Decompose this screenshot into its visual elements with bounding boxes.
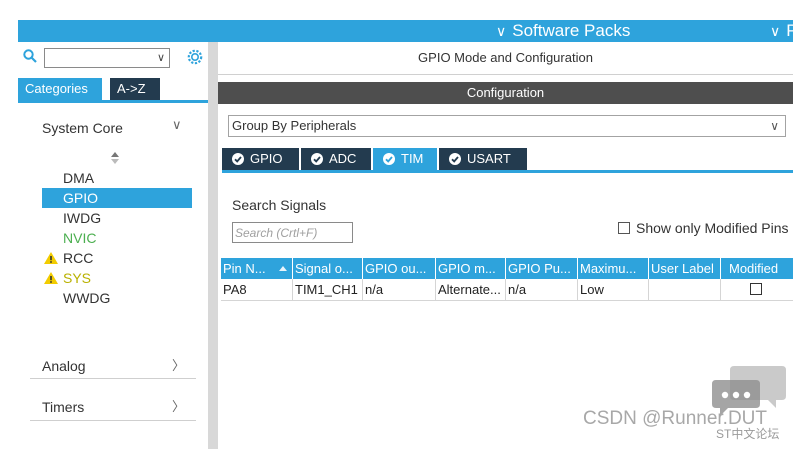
category-search-combo[interactable]: ∨ <box>44 48 170 68</box>
col-gpio-output[interactable]: GPIO ou... <box>363 258 436 279</box>
right-panel: GPIO Mode and Configuration Configuratio… <box>218 42 793 449</box>
check-circle-icon <box>449 153 461 165</box>
pinout-menu[interactable]: ∨ Pi <box>770 20 793 42</box>
analog-header[interactable]: Analog <box>42 358 86 374</box>
peripheral-rcc[interactable]: RCC <box>42 248 192 268</box>
group-by-value: Group By Peripherals <box>232 118 357 133</box>
peripheral-iwdg[interactable]: IWDG <box>42 208 192 228</box>
table-row[interactable]: PA8 TIM1_CH1 n/a Alternate... n/a Low <box>221 279 793 301</box>
sort-icon[interactable] <box>111 152 119 164</box>
divider <box>30 420 196 421</box>
tab-label: TIM <box>401 151 424 166</box>
peripheral-gpio[interactable]: GPIO <box>42 188 192 208</box>
peripheral-label: IWDG <box>63 210 102 226</box>
peripheral-dma[interactable]: DMA <box>42 168 192 188</box>
col-gpio-mode[interactable]: GPIO m... <box>436 258 506 279</box>
col-modified[interactable]: Modified <box>721 258 793 279</box>
mode-config-header: GPIO Mode and Configuration <box>218 42 793 75</box>
cell-max-speed: Low <box>578 279 649 300</box>
peripheral-sys[interactable]: SYS <box>42 268 192 288</box>
gear-icon[interactable] <box>186 48 204 66</box>
tab-label: USART <box>467 151 511 166</box>
chevron-right-icon[interactable]: 〉 <box>172 396 185 415</box>
show-modified-label[interactable]: Show only Modified Pins <box>636 220 789 236</box>
tab-categories[interactable]: Categories <box>18 78 102 100</box>
table-header: Pin N... Signal o... GPIO ou... GPIO m..… <box>221 258 793 279</box>
peripheral-wwdg[interactable]: WWDG <box>42 288 192 308</box>
tab-label: GPIO <box>250 151 283 166</box>
tab-tim[interactable]: TIM <box>373 148 437 170</box>
search-signals-input[interactable] <box>232 222 353 243</box>
system-core-header[interactable]: System Core <box>42 120 123 136</box>
tab-usart[interactable]: USART <box>439 148 527 170</box>
modified-checkbox[interactable] <box>750 283 762 295</box>
search-icon[interactable] <box>23 49 37 63</box>
configuration-bar: Configuration <box>218 82 793 104</box>
cell-signal: TIM1_CH1 <box>293 279 363 300</box>
check-circle-icon <box>232 153 244 165</box>
pin-config-table: Pin N... Signal o... GPIO ou... GPIO m..… <box>221 258 793 301</box>
search-signals-label: Search Signals <box>232 197 327 213</box>
divider <box>30 378 196 379</box>
peripheral-label: GPIO <box>63 190 99 206</box>
chevron-down-icon: ∨ <box>770 23 781 39</box>
peripheral-label: RCC <box>63 250 94 266</box>
col-max-speed[interactable]: Maximu... <box>578 258 649 279</box>
peripheral-label: SYS <box>63 270 92 286</box>
sort-ascending-icon <box>279 266 287 271</box>
col-gpio-pull[interactable]: GPIO Pu... <box>506 258 578 279</box>
tab-label: ADC <box>329 151 357 166</box>
tab-gpio[interactable]: GPIO <box>222 148 299 170</box>
col-signal[interactable]: Signal o... <box>293 258 363 279</box>
watermark-subtext: ST中文论坛 <box>716 427 780 441</box>
left-panel: ∨ Categories A->Z System Core ∨ DMA GPIO… <box>18 42 208 449</box>
top-menu-bar: ∨ Software Packs ∨ Pi <box>18 20 793 42</box>
system-core-list: DMA GPIO IWDG NVIC RCC SYS WWDG <box>42 168 192 308</box>
chevron-down-icon: ∨ <box>496 23 507 39</box>
group-by-select[interactable]: Group By Peripherals ∨ <box>228 115 786 137</box>
cell-pin: PA8 <box>221 279 293 300</box>
software-packs-label: Software Packs <box>512 21 631 40</box>
col-user-label[interactable]: User Label <box>649 258 721 279</box>
show-modified-checkbox[interactable] <box>618 222 630 234</box>
timers-header[interactable]: Timers <box>42 399 84 415</box>
peripheral-label: DMA <box>63 170 95 186</box>
warning-triangle-icon <box>44 252 58 264</box>
col-pin-name[interactable]: Pin N... <box>221 258 293 279</box>
cell-gpio-output: n/a <box>363 279 436 300</box>
cell-user-label <box>649 279 721 300</box>
tab-adc[interactable]: ADC <box>301 148 371 170</box>
pinout-label: Pi <box>786 21 793 40</box>
peripheral-label: WWDG <box>63 290 111 306</box>
chevron-right-icon[interactable]: 〉 <box>172 355 185 374</box>
chevron-down-icon[interactable]: ∨ <box>157 51 165 64</box>
warning-triangle-icon <box>44 272 58 284</box>
tab-a-z[interactable]: A->Z <box>110 78 160 100</box>
peripheral-nvic[interactable]: NVIC <box>42 228 192 248</box>
category-tabs: Categories A->Z <box>18 78 208 103</box>
cell-gpio-pull: n/a <box>506 279 578 300</box>
cell-gpio-mode: Alternate... <box>436 279 506 300</box>
check-circle-icon <box>383 153 395 165</box>
chevron-down-icon[interactable]: ∨ <box>172 117 182 133</box>
category-search-row: ∨ <box>18 48 208 70</box>
panel-splitter[interactable] <box>208 42 218 449</box>
peripheral-tabs: GPIO ADC TIM USART <box>222 148 793 173</box>
chevron-down-icon[interactable]: ∨ <box>770 116 779 136</box>
check-circle-icon <box>311 153 323 165</box>
cell-modified <box>721 279 793 300</box>
software-packs-menu[interactable]: ∨ Software Packs <box>496 20 630 42</box>
peripheral-label: NVIC <box>63 230 97 246</box>
